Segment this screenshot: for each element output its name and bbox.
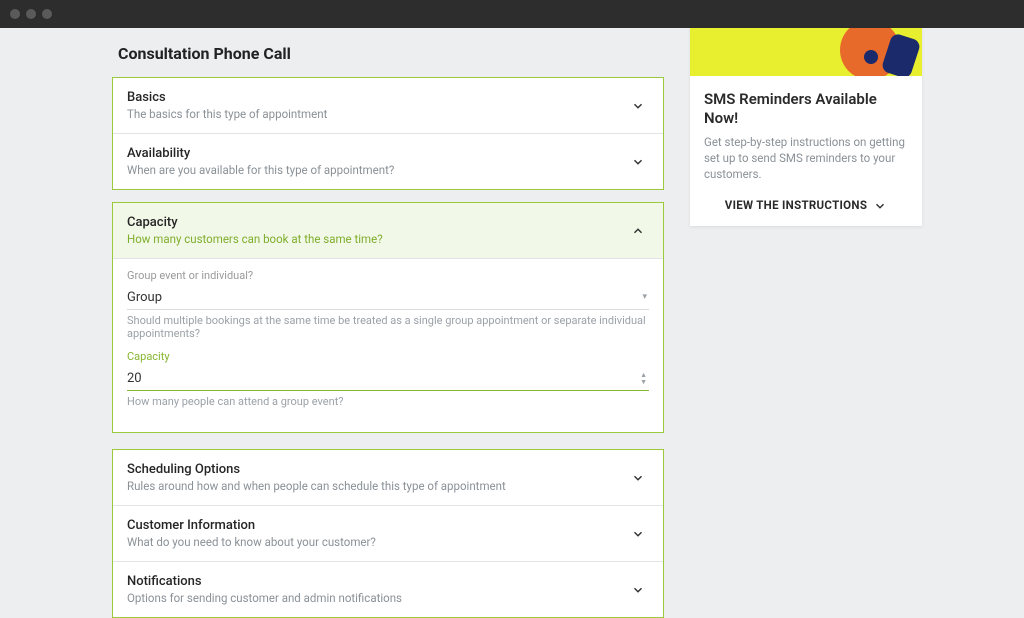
chevron-down-icon bbox=[873, 199, 887, 211]
promo-illustration bbox=[690, 28, 922, 76]
capacity-input[interactable] bbox=[127, 367, 649, 391]
section-scheduling-title: Scheduling Options bbox=[127, 462, 506, 477]
section-customer-subtitle: What do you need to know about your cust… bbox=[127, 535, 376, 549]
promo-cta-link[interactable]: VIEW THE INSTRUCTIONS bbox=[704, 198, 908, 212]
section-capacity-body: Group event or individual? ▾ Should mult… bbox=[113, 258, 663, 432]
group-type-label: Group event or individual? bbox=[127, 269, 649, 282]
section-basics-subtitle: The basics for this type of appointment bbox=[127, 107, 327, 121]
chevron-down-icon bbox=[631, 527, 645, 541]
chevron-down-icon bbox=[631, 471, 645, 485]
section-availability-title: Availability bbox=[127, 146, 394, 161]
chevron-up-icon bbox=[631, 224, 645, 238]
section-notifications-subtitle: Options for sending customer and admin n… bbox=[127, 591, 402, 605]
promo-text: Get step-by-step instructions on getting… bbox=[704, 134, 908, 182]
capacity-help: How many people can attend a group event… bbox=[127, 395, 649, 408]
window-dot bbox=[42, 9, 52, 19]
chevron-down-icon bbox=[631, 155, 645, 169]
section-capacity-header[interactable]: Capacity How many customers can book at … bbox=[113, 203, 663, 258]
promo-cta-label: VIEW THE INSTRUCTIONS bbox=[725, 198, 867, 212]
accordion-group-bottom: Scheduling Options Rules around how and … bbox=[112, 449, 664, 618]
chevron-down-icon bbox=[631, 99, 645, 113]
section-scheduling-header[interactable]: Scheduling Options Rules around how and … bbox=[113, 450, 663, 505]
section-customer-header[interactable]: Customer Information What do you need to… bbox=[113, 506, 663, 561]
section-availability-header[interactable]: Availability When are you available for … bbox=[113, 134, 663, 189]
section-customer-title: Customer Information bbox=[127, 518, 376, 533]
promo-title: SMS Reminders Available Now! bbox=[704, 90, 908, 128]
section-availability-subtitle: When are you available for this type of … bbox=[127, 163, 394, 177]
section-capacity-title: Capacity bbox=[127, 215, 383, 230]
window-titlebar bbox=[0, 0, 1024, 28]
window-dot bbox=[10, 9, 20, 19]
page-title: Consultation Phone Call bbox=[118, 44, 664, 63]
capacity-label: Capacity bbox=[127, 350, 649, 363]
section-capacity-subtitle: How many customers can book at the same … bbox=[127, 232, 383, 246]
accordion-group-top: Basics The basics for this type of appoi… bbox=[112, 77, 664, 190]
section-notifications-header[interactable]: Notifications Options for sending custom… bbox=[113, 562, 663, 617]
section-scheduling-subtitle: Rules around how and when people can sch… bbox=[127, 479, 506, 493]
group-type-select[interactable] bbox=[127, 286, 649, 310]
group-type-help: Should multiple bookings at the same tim… bbox=[127, 314, 649, 340]
chevron-down-icon bbox=[631, 583, 645, 597]
section-basics-title: Basics bbox=[127, 90, 327, 105]
section-notifications-title: Notifications bbox=[127, 574, 402, 589]
promo-card: SMS Reminders Available Now! Get step-by… bbox=[690, 28, 922, 226]
window-dot bbox=[26, 9, 36, 19]
section-capacity: Capacity How many customers can book at … bbox=[112, 202, 664, 433]
section-basics-header[interactable]: Basics The basics for this type of appoi… bbox=[113, 78, 663, 133]
